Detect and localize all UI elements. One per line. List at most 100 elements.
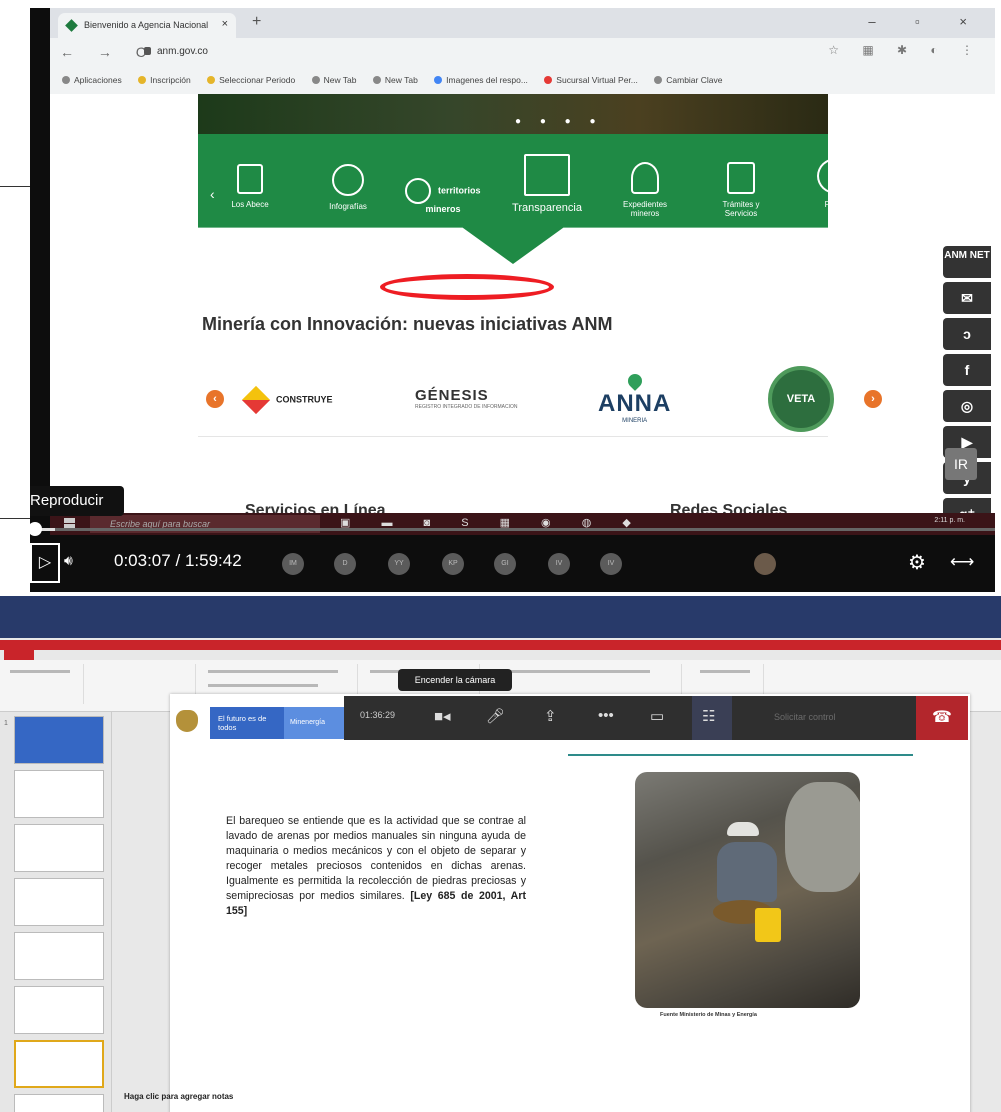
taskbar-clock: 2:11 p. m. <box>934 517 965 524</box>
timeline-tick <box>0 518 30 519</box>
tab-title: Bienvenido a Agencia Nacional <box>84 20 209 30</box>
slider-prev-icon[interactable]: ‹ <box>206 390 224 408</box>
progress-bar[interactable] <box>30 528 995 531</box>
logo-construye[interactable]: CONSTRUYE <box>241 385 333 415</box>
current-slide[interactable]: El futuro es de todos Minenergía Bareque… <box>170 694 970 1112</box>
band-prev-arrow-icon[interactable]: ‹ <box>210 186 215 202</box>
video-frame[interactable]: Bienvenido a Agencia Nacional × + – ▫ × … <box>30 8 995 592</box>
window-controls[interactable]: – ▫ × <box>868 14 985 29</box>
colombia-crest-icon <box>176 710 198 732</box>
logo-anna[interactable]: ANNA MINERIA <box>598 371 671 424</box>
player-controls: ▷ 🔊︎ 0:03:07 / 1:59:42 IM D YY KP GI IV … <box>30 540 995 590</box>
slide-thumbnail-selected[interactable] <box>14 1040 104 1088</box>
notes-placeholder[interactable]: Haga clic para agregar notas <box>124 1092 233 1101</box>
slide-thumbnails: 1 <box>0 712 112 1112</box>
logo-subtext: MINERIA <box>622 418 648 424</box>
bookmark-item[interactable]: New Tab <box>372 75 418 85</box>
miner-figure <box>705 822 785 942</box>
apps-icon <box>62 76 70 84</box>
slide-thumbnail[interactable] <box>14 986 104 1034</box>
divider <box>198 436 828 437</box>
scroll-up-button[interactable]: IR <box>945 448 977 480</box>
folder-icon <box>138 76 147 84</box>
construye-diamond-icon <box>241 385 271 415</box>
facebook-icon[interactable]: f <box>943 354 991 386</box>
menu-item-territorios-mineros[interactable]: territorios mineros <box>398 178 488 214</box>
menu-item-transparencia[interactable]: Transparencia <box>502 154 592 214</box>
google-icon <box>434 76 443 84</box>
slide-body-text: El barequeo se entiende que es la activi… <box>226 815 526 902</box>
ppt-file-tab[interactable] <box>4 650 34 660</box>
chat-icon[interactable]: ▭ <box>650 707 664 725</box>
ribbon-item <box>10 670 70 673</box>
logo-genesis[interactable]: GÉNESIS REGISTRO INTEGRADO DE INFORMACION <box>415 387 518 410</box>
browser-tab-strip: Bienvenido a Agencia Nacional × + – ▫ × <box>50 8 995 38</box>
menu-item-label: territorios mineros <box>425 185 481 214</box>
band-next-arrow-icon[interactable]: › <box>872 178 877 194</box>
timeline-tick <box>0 186 30 187</box>
slide-thumbnail[interactable] <box>14 716 104 764</box>
bookmark-item[interactable]: Cambiar Clave <box>654 75 722 85</box>
bookmark-item[interactable]: Sucursal Virtual Per... <box>544 75 638 85</box>
more-options-icon[interactable]: ••• <box>598 707 614 724</box>
bookmarks-bar: Aplicaciones Inscripción Seleccionar Per… <box>50 66 995 94</box>
volume-icon[interactable]: 🔊︎ <box>64 552 73 569</box>
bookmark-item[interactable]: New Tab <box>311 75 357 85</box>
url-text: anm.gov.co <box>157 46 208 57</box>
shirt-shape <box>717 842 777 902</box>
menu-item-infografias[interactable]: Infografías <box>318 164 378 211</box>
participants-button[interactable]: ☷ <box>692 696 732 740</box>
meeting-header-bar <box>0 596 1001 638</box>
logo-veta[interactable]: VETA <box>768 366 834 432</box>
slide-thumbnail[interactable] <box>14 932 104 980</box>
avatar: IV <box>548 553 570 575</box>
menu-item-label: Expedientes mineros <box>622 200 668 218</box>
menu-item-los-abece[interactable]: Los Abece <box>220 164 280 209</box>
address-field[interactable]: anm.gov.co <box>144 46 208 57</box>
territorios-logo-icon <box>405 178 432 204</box>
ppt-ribbon-tabs[interactable] <box>0 650 1001 660</box>
rss-icon[interactable]: ↄ <box>943 318 991 350</box>
navigation-buttons[interactable]: ← → C <box>60 44 156 60</box>
slide-body: El barequeo se entiende que es la activi… <box>226 814 526 919</box>
ribbon-item <box>500 670 650 673</box>
carousel-dots[interactable]: ● ● ● ● <box>515 116 604 127</box>
touch-screen-icon <box>524 154 570 196</box>
folder-icon <box>207 76 216 84</box>
theater-mode-icon[interactable]: ⟷ <box>950 552 974 572</box>
instagram-icon[interactable]: ◎ <box>943 390 991 422</box>
extension-icons[interactable]: ☆ ▦ ✱ ◐ ⋮ <box>828 43 983 57</box>
progress-knob[interactable] <box>30 522 42 536</box>
settings-gear-icon[interactable]: ⚙ <box>908 550 926 575</box>
question-bubble-icon <box>817 158 855 194</box>
slide-thumbnail[interactable] <box>14 878 104 926</box>
mail-icon[interactable]: ✉ <box>943 282 991 314</box>
menu-item-pqrs[interactable]: PQRS <box>806 158 866 209</box>
slide-thumbnail[interactable] <box>14 770 104 818</box>
menu-item-expedientes[interactable]: Expedientes mineros <box>610 162 680 218</box>
mic-muted-icon[interactable]: 🎤︎ <box>486 707 505 725</box>
bookmark-item[interactable]: Seleccionar Periodo <box>207 75 295 85</box>
menu-item-label: Transparencia <box>512 202 582 214</box>
hang-up-button[interactable]: ☎ <box>916 696 968 740</box>
globe-icon <box>372 76 381 84</box>
slide-thumbnail[interactable] <box>14 824 104 872</box>
bookmark-item[interactable]: Imagenes del respo... <box>434 75 528 85</box>
ppt-title-bar <box>0 640 1001 650</box>
logo-text: CONSTRUYE <box>276 394 333 405</box>
bank-icon <box>544 76 553 84</box>
camera-icon[interactable]: ■◂ <box>434 707 451 725</box>
bookmark-item[interactable]: Inscripción <box>138 75 191 85</box>
request-control-button[interactable]: Solicitar control <box>774 712 836 722</box>
share-screen-icon[interactable]: ⇪ <box>544 707 557 725</box>
tab-close-icon[interactable]: × <box>222 18 228 30</box>
browser-tab[interactable]: Bienvenido a Agencia Nacional × <box>58 13 236 38</box>
google-plus-icon[interactable]: g⁺ <box>943 498 991 514</box>
play-button[interactable]: ▷ <box>30 543 60 583</box>
menu-item-tramites[interactable]: Trámites y Servicios <box>706 162 776 218</box>
anm-net-button[interactable]: ANM NET <box>943 246 991 278</box>
slider-next-icon[interactable]: › <box>864 390 882 408</box>
new-tab-button[interactable]: + <box>252 13 261 31</box>
slide-thumbnail[interactable] <box>14 1094 104 1112</box>
bookmark-item[interactable]: Aplicaciones <box>62 75 122 85</box>
